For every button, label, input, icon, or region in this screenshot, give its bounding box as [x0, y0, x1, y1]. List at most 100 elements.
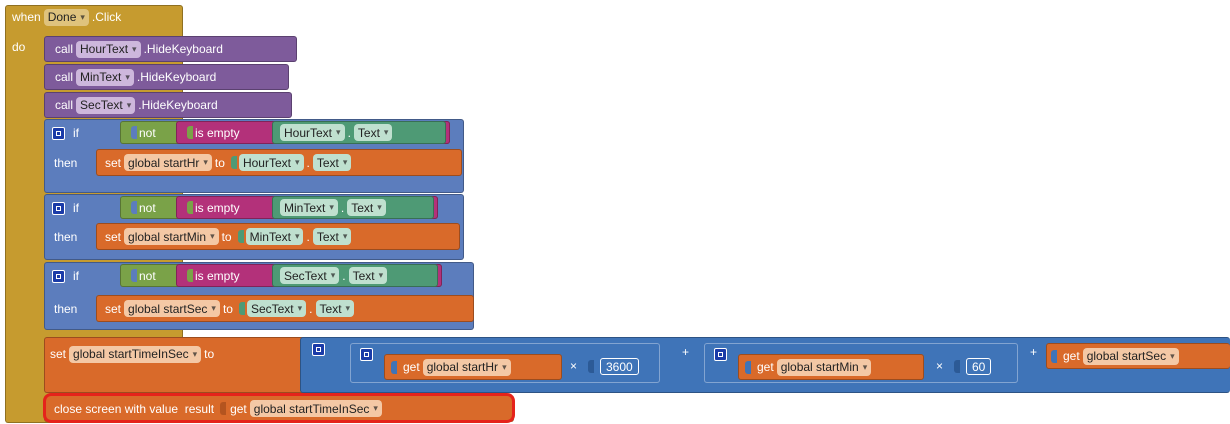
set-keyword: set: [105, 155, 122, 170]
if-keyword: if: [73, 126, 79, 140]
socket-icon: [131, 126, 137, 139]
variable-dropdown[interactable]: global startTimeInSec: [69, 345, 202, 363]
component-dropdown[interactable]: SecText: [246, 300, 307, 317]
is-empty-keyword: is empty: [195, 268, 240, 283]
property-dropdown[interactable]: Text: [312, 228, 352, 245]
then-keyword: then: [54, 302, 78, 316]
is-empty-keyword: is empty: [195, 125, 240, 140]
property-dropdown[interactable]: Text: [315, 300, 355, 317]
then-keyword: then: [54, 156, 78, 170]
component-dropdown[interactable]: MinText: [280, 199, 338, 216]
socket-icon: [954, 360, 960, 373]
set-block[interactable]: set global startHr to HourText . Text: [96, 149, 462, 176]
dot: .: [306, 155, 310, 170]
component-property-block[interactable]: HourText . Text: [272, 121, 446, 144]
get-block[interactable]: get global startHr: [384, 354, 562, 380]
event-name: .Click: [91, 10, 122, 24]
socket-icon: [1051, 349, 1057, 363]
property-dropdown[interactable]: Text: [347, 199, 386, 216]
component-property-block[interactable]: MinText . Text: [272, 196, 434, 219]
set-block[interactable]: set global startMin to MinText . Text: [96, 223, 460, 250]
call-block-hourtext-hidekeyboard[interactable]: call HourText .HideKeyboard: [44, 36, 297, 62]
call-keyword: call: [55, 42, 74, 56]
highlight-outline: [43, 393, 515, 423]
dot: .: [306, 229, 310, 244]
not-keyword: not: [139, 268, 156, 283]
mutator-gear-icon[interactable]: [52, 126, 65, 140]
set-keyword: set: [50, 347, 67, 361]
call-block-sectext-hidekeyboard[interactable]: call SecText .HideKeyboard: [44, 92, 292, 118]
dot: .: [342, 268, 346, 283]
component-dropdown-sectext[interactable]: SecText: [76, 96, 136, 114]
component-dropdown-hourtext[interactable]: HourText: [76, 40, 141, 58]
do-keyword: do: [12, 40, 26, 54]
get-block[interactable]: get global startMin: [738, 354, 924, 380]
method-name: .HideKeyboard: [136, 70, 217, 84]
socket-icon: [588, 360, 594, 373]
variable-dropdown[interactable]: global startMin: [776, 358, 872, 376]
if-row: if: [52, 198, 79, 218]
then-keyword: then: [54, 230, 78, 244]
socket-icon: [187, 201, 193, 214]
property-dropdown[interactable]: Text: [312, 154, 352, 171]
component-dropdown-done[interactable]: Done: [43, 8, 89, 26]
socket-icon: [187, 269, 193, 282]
mutator-gear-icon[interactable]: [52, 269, 65, 283]
multiply-operator: ×: [936, 359, 944, 373]
to-keyword: to: [214, 155, 225, 170]
mutator-gear-icon[interactable]: [52, 201, 65, 215]
method-name: .HideKeyboard: [143, 42, 223, 56]
mutator-gear-icon[interactable]: [360, 348, 373, 361]
socket-icon: [187, 126, 193, 139]
get-keyword: get: [757, 360, 774, 374]
component-dropdown[interactable]: MinText: [245, 228, 304, 245]
method-name: .HideKeyboard: [138, 98, 218, 112]
component-dropdown[interactable]: SecText: [280, 267, 340, 284]
socket-icon: [131, 201, 137, 214]
variable-dropdown[interactable]: global startSec: [124, 300, 220, 317]
socket-icon: [745, 360, 751, 374]
component-property-block[interactable]: SecText . Text: [272, 264, 438, 287]
if-row: if: [52, 123, 79, 143]
socket-icon: [230, 156, 237, 169]
if-keyword: if: [73, 269, 79, 283]
variable-dropdown[interactable]: global startHr: [422, 358, 511, 376]
component-dropdown-mintext[interactable]: MinText: [76, 68, 134, 86]
multiply-operator: ×: [570, 359, 578, 373]
number-60[interactable]: 60: [966, 358, 992, 375]
event-header: when Done .Click: [12, 8, 121, 26]
set-keyword: set: [105, 301, 122, 316]
get-block[interactable]: get global startSec: [1046, 343, 1230, 369]
call-keyword: call: [55, 70, 74, 84]
not-keyword: not: [139, 200, 156, 215]
plus-operator: +: [682, 345, 690, 359]
socket-icon: [131, 269, 137, 282]
mutator-gear-icon[interactable]: [312, 343, 325, 356]
get-keyword: get: [403, 360, 420, 374]
property-dropdown[interactable]: Text: [353, 124, 393, 141]
call-keyword: call: [55, 98, 74, 112]
socket-icon: [238, 302, 245, 315]
set-block[interactable]: set global startSec to SecText . Text: [96, 295, 474, 322]
variable-dropdown[interactable]: global startMin: [124, 228, 219, 245]
is-empty-keyword: is empty: [195, 200, 240, 215]
set-keyword: set: [105, 229, 122, 244]
property-dropdown[interactable]: Text: [348, 267, 388, 284]
dot: .: [309, 301, 313, 316]
variable-dropdown[interactable]: global startSec: [1082, 347, 1179, 365]
variable-dropdown[interactable]: global startHr: [124, 154, 212, 171]
dot: .: [347, 125, 351, 140]
component-dropdown[interactable]: HourText: [238, 154, 304, 171]
plus-operator: +: [1030, 345, 1038, 359]
number-3600[interactable]: 3600: [600, 358, 639, 375]
if-row: if: [52, 266, 79, 286]
if-keyword: if: [73, 201, 79, 215]
to-keyword: to: [221, 229, 232, 244]
set-row: set global startTimeInSec to: [50, 344, 214, 364]
to-keyword: to: [222, 301, 233, 316]
call-block-mintext-hidekeyboard[interactable]: call MinText .HideKeyboard: [44, 64, 289, 90]
component-dropdown[interactable]: HourText: [280, 124, 345, 141]
get-keyword: get: [1063, 349, 1080, 363]
mutator-gear-icon[interactable]: [714, 348, 727, 361]
to-keyword: to: [204, 347, 215, 361]
